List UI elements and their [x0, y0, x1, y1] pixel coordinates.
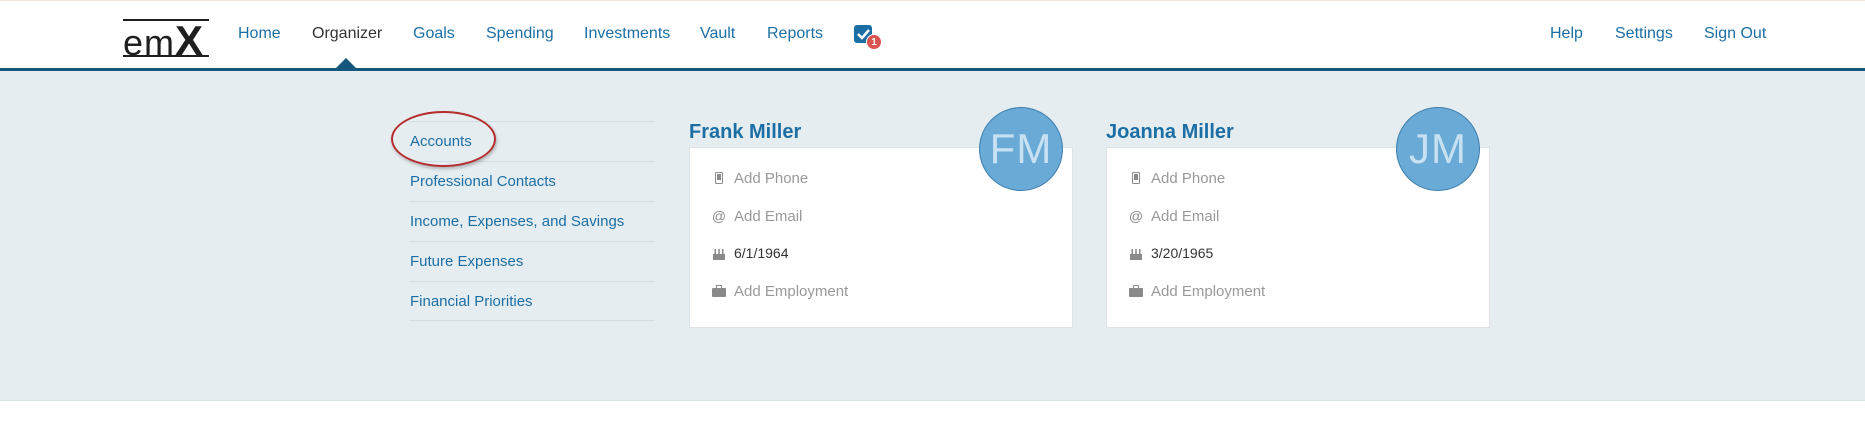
- add-employment-link[interactable]: Add Employment: [712, 281, 848, 301]
- logo-bottom-rule: [123, 55, 209, 57]
- add-email-link[interactable]: @ Add Email: [712, 206, 802, 226]
- email-text: Add Email: [1151, 207, 1220, 225]
- add-phone-link[interactable]: Add Phone: [712, 168, 808, 188]
- phone-text: Add Phone: [734, 169, 809, 187]
- employment-text: Add Employment: [734, 282, 849, 300]
- phone-text: Add Phone: [1151, 169, 1226, 187]
- birthdate-row: 3/20/1965: [1129, 243, 1213, 263]
- briefcase-icon: [712, 284, 726, 298]
- at-sign-icon: @: [1128, 208, 1144, 224]
- at-sign-icon: @: [711, 208, 727, 224]
- person-name[interactable]: Frank Miller: [689, 121, 801, 144]
- active-nav-indicator: [336, 58, 356, 68]
- add-phone-link[interactable]: Add Phone: [1129, 168, 1225, 188]
- tasks-button[interactable]: 1: [854, 23, 884, 51]
- sidebar-item-professional-contacts[interactable]: Professional Contacts: [409, 161, 655, 201]
- emx-logo[interactable]: emX: [123, 17, 209, 64]
- organizer-main: Accounts Professional Contacts Income, E…: [0, 71, 1865, 401]
- birthdate-text: 6/1/1964: [734, 245, 789, 261]
- nav-investments[interactable]: Investments: [584, 25, 670, 43]
- email-text: Add Email: [734, 207, 803, 225]
- birthday-cake-icon: [1129, 246, 1143, 260]
- tasks-count-badge: 1: [866, 34, 882, 50]
- mobile-phone-icon: [712, 171, 726, 185]
- nav-organizer[interactable]: Organizer: [312, 25, 382, 43]
- birthdate-row: 6/1/1964: [712, 243, 789, 263]
- highlight-circle-annotation: [391, 111, 496, 167]
- add-email-link[interactable]: @ Add Email: [1129, 206, 1219, 226]
- avatar[interactable]: JM: [1396, 107, 1480, 191]
- nav-home[interactable]: Home: [238, 25, 281, 43]
- avatar[interactable]: FM: [979, 107, 1063, 191]
- sidebar-item-income-expenses-savings[interactable]: Income, Expenses, and Savings: [409, 201, 655, 241]
- nav-goals[interactable]: Goals: [413, 25, 455, 43]
- birthdate-text: 3/20/1965: [1151, 245, 1214, 261]
- birthday-cake-icon: [712, 246, 726, 260]
- nav-vault[interactable]: Vault: [700, 25, 735, 43]
- nav-settings[interactable]: Settings: [1615, 25, 1673, 43]
- top-nav-bar: emX Home Organizer Goals Spending Invest…: [0, 0, 1865, 72]
- briefcase-icon: [1129, 284, 1143, 298]
- add-employment-link[interactable]: Add Employment: [1129, 281, 1265, 301]
- nav-reports[interactable]: Reports: [767, 25, 823, 43]
- sidebar-item-financial-priorities[interactable]: Financial Priorities: [409, 281, 655, 321]
- logo-text: emX: [123, 17, 205, 64]
- nav-help[interactable]: Help: [1550, 25, 1583, 43]
- sidebar-item-future-expenses[interactable]: Future Expenses: [409, 241, 655, 281]
- person-name[interactable]: Joanna Miller: [1106, 121, 1234, 144]
- nav-sign-out[interactable]: Sign Out: [1704, 25, 1766, 43]
- employment-text: Add Employment: [1151, 282, 1266, 300]
- mobile-phone-icon: [1129, 171, 1143, 185]
- nav-spending[interactable]: Spending: [486, 25, 554, 43]
